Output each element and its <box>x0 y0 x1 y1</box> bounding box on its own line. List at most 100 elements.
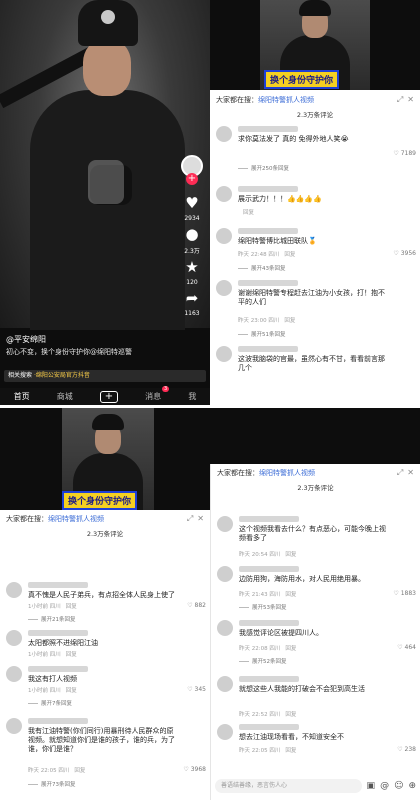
panel-c-thumbnail[interactable]: 换个身份守护你 <box>62 408 154 510</box>
commenter-name[interactable] <box>28 582 88 588</box>
comment-time: 昨天 23:00 四川 <box>238 318 280 324</box>
pause-icon[interactable] <box>88 160 124 204</box>
share-icon[interactable]: ➦ <box>186 290 199 306</box>
expand-replies[interactable]: 展开73条回复 <box>28 780 76 788</box>
like-count[interactable]: ♡ 238 <box>397 746 416 753</box>
comment-text: 这个视频我看去什么？有点恶心，可能今晚上视频看多了 <box>239 525 386 542</box>
commenter-avatar[interactable] <box>216 280 232 296</box>
comment-meta: 1小时前 四川 回复 <box>28 602 77 610</box>
panel-b-thumbnail[interactable]: 换个身份守护你 <box>260 0 370 90</box>
close-icon[interactable]: ✕ <box>197 514 204 524</box>
comment-time: 昨天 20:54 四川 <box>239 552 281 558</box>
reply-link[interactable]: 回复 <box>243 210 254 216</box>
expand-replies[interactable]: 展开53条回复 <box>239 603 287 611</box>
create-plus-icon[interactable]: + <box>99 390 118 403</box>
expand-icon[interactable]: ⤢ <box>397 95 403 105</box>
reply-link[interactable]: 回复 <box>285 712 296 718</box>
heart-icon[interactable]: ♥ <box>185 195 198 211</box>
suggestion-prefix: 大家都在搜： <box>6 515 48 523</box>
like-count-value: 3968 <box>190 766 206 773</box>
like-count[interactable]: ♡ 3968 <box>183 766 206 773</box>
comment-text: 谢谢绵阳特警专程赶去江油为小女孩，打！抱不平的人们 <box>238 289 385 306</box>
close-icon[interactable]: ✕ <box>407 95 414 105</box>
commenter-avatar[interactable] <box>216 346 232 362</box>
commenter-name[interactable] <box>239 724 299 730</box>
nav-home[interactable]: 首页 <box>14 391 30 402</box>
commenter-name[interactable] <box>28 666 88 672</box>
expand-replies[interactable]: 展开51条回复 <box>238 330 286 338</box>
comment-text: 我有江油特警(你们同行)用暴刑待人民群众的原视频。就想知道你们是谁的孩子，谁的兵… <box>28 727 175 753</box>
commenter-avatar[interactable] <box>217 676 233 692</box>
reply-link[interactable]: 回复 <box>285 592 296 598</box>
nav-mall[interactable]: 商城 <box>57 391 73 402</box>
commenter-name[interactable] <box>28 630 88 636</box>
like-count[interactable]: ♡ 7189 <box>393 150 416 157</box>
comment-text: 就想这些人我能的打破会不会犯到高生活 <box>239 685 365 693</box>
related-search-bar[interactable]: 相关搜索 ·绵阳公安局官方抖音 <box>4 370 206 382</box>
comment-text: 绵阳特警博比城田联队🏅 <box>238 237 317 245</box>
reply-link[interactable]: 回复 <box>66 652 77 658</box>
search-suggestion[interactable]: 大家都在搜：绵阳特警抓人视频 <box>6 514 104 524</box>
reply-link[interactable]: 回复 <box>284 318 295 324</box>
expand-replies[interactable]: 展开52条回复 <box>239 657 287 665</box>
expand-replies[interactable]: 展开43条回复 <box>238 264 286 272</box>
nav-messages[interactable]: 消息 3 <box>145 386 170 402</box>
star-icon[interactable]: ★ <box>185 259 198 275</box>
commenter-name[interactable] <box>239 676 299 682</box>
at-icon[interactable]: @ <box>380 781 389 791</box>
expand-icon[interactable]: ⤢ <box>397 468 403 478</box>
commenter-name[interactable] <box>238 228 298 234</box>
like-count[interactable]: ♡ 1883 <box>393 590 416 597</box>
reply-link[interactable]: 回复 <box>284 252 295 258</box>
image-icon[interactable]: ▣ <box>367 781 376 791</box>
commenter-avatar[interactable] <box>217 516 233 532</box>
emoji-icon[interactable]: ☺ <box>394 781 403 791</box>
video-author[interactable]: @平安绵阳 <box>6 334 46 345</box>
comment-meta: 昨天 21:43 四川 回复 <box>239 590 296 598</box>
comment-text: 真不愧是人民子弟兵，有点招全体人民身上使了 <box>28 591 175 599</box>
like-count[interactable]: ♡ 3956 <box>393 250 416 257</box>
search-suggestion[interactable]: 大家都在搜：绵阳特警抓人视频 <box>217 468 315 478</box>
expand-replies[interactable]: 展开7条回复 <box>28 699 72 707</box>
commenter-name[interactable] <box>238 126 298 132</box>
reply-link[interactable]: 回复 <box>66 604 77 610</box>
reply-link[interactable]: 回复 <box>285 552 296 558</box>
commenter-avatar[interactable] <box>6 630 22 646</box>
commenter-name[interactable] <box>238 186 298 192</box>
reply-link[interactable]: 回复 <box>285 646 296 652</box>
like-count: 2934 <box>184 215 200 222</box>
commenter-avatar[interactable] <box>217 566 233 582</box>
commenter-name[interactable] <box>239 566 299 572</box>
follow-plus-icon[interactable]: + <box>186 173 198 185</box>
commenter-avatar[interactable] <box>216 228 232 244</box>
cap-badge <box>101 10 115 24</box>
expand-replies[interactable]: 展开21条回复 <box>28 615 76 623</box>
comment-icon[interactable]: ● <box>185 226 198 242</box>
commenter-avatar[interactable] <box>6 666 22 682</box>
comments-header: 大家都在搜：绵阳特警抓人视频 ⤢ ✕ <box>211 467 420 479</box>
commenter-name[interactable] <box>28 718 88 724</box>
comment-input[interactable]: 善语结善缘，恶言伤人心 <box>215 779 362 793</box>
like-count[interactable]: ♡ 345 <box>187 686 206 693</box>
search-suggestion[interactable]: 大家都在搜：绵阳特警抓人视频 <box>216 95 314 105</box>
add-icon[interactable]: ⊕ <box>408 781 416 791</box>
commenter-name[interactable] <box>238 280 298 286</box>
commenter-avatar[interactable] <box>216 126 232 142</box>
commenter-name[interactable] <box>239 516 299 522</box>
commenter-avatar[interactable] <box>216 186 232 202</box>
like-count[interactable]: ♡ 464 <box>397 644 416 651</box>
close-icon[interactable]: ✕ <box>407 468 414 478</box>
commenter-avatar[interactable] <box>217 620 233 636</box>
commenter-avatar[interactable] <box>217 724 233 740</box>
nav-me[interactable]: 我 <box>188 391 196 402</box>
like-count[interactable]: ♡ 882 <box>187 602 206 609</box>
reply-link[interactable]: 回复 <box>66 688 77 694</box>
commenter-name[interactable] <box>239 620 299 626</box>
expand-icon[interactable]: ⤢ <box>187 514 193 524</box>
commenter-avatar[interactable] <box>6 718 22 734</box>
reply-link[interactable]: 回复 <box>285 748 296 754</box>
commenter-avatar[interactable] <box>6 582 22 598</box>
expand-replies[interactable]: 展开250条回复 <box>238 164 289 172</box>
commenter-name[interactable] <box>238 346 298 352</box>
reply-link[interactable]: 回复 <box>74 768 85 774</box>
